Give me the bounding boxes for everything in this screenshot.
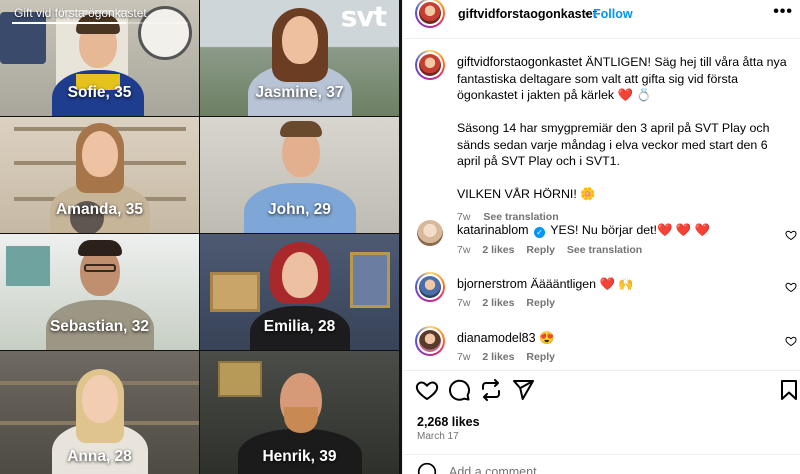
comment-item: dianamodel83 😍 7w 2 likes Reply <box>403 326 800 368</box>
repost-icon[interactable] <box>479 378 503 402</box>
commenter-avatar[interactable] <box>415 272 445 302</box>
reply-button[interactable]: Reply <box>526 244 555 256</box>
contestant-name: Jasmine, 37 <box>255 84 344 101</box>
commenter-avatar[interactable] <box>415 326 445 356</box>
contestant-name: Amanda, 35 <box>55 201 143 218</box>
comment-likes[interactable]: 2 likes <box>482 297 514 309</box>
add-comment-bar: Add a comment... <box>417 462 797 474</box>
reply-button[interactable]: Reply <box>526 351 555 363</box>
contestant-name: Anna, 28 <box>67 448 132 465</box>
comment-divider <box>403 454 800 455</box>
heart-icon[interactable] <box>415 378 439 402</box>
contestant-tile-sebastian: Sebastian, 32 <box>0 234 199 350</box>
paper-plane-icon[interactable] <box>511 378 535 402</box>
follow-button[interactable]: Follow <box>593 7 633 21</box>
contestant-name: John, 29 <box>268 201 331 218</box>
show-title: Gift vid första ögonkastet <box>14 6 147 20</box>
commenter-username[interactable]: dianamodel83 <box>457 331 536 345</box>
comment-text: YES! Nu börjar det!❤️ ❤️ ❤️ <box>550 223 711 237</box>
contestant-tile-john: John, 29 <box>200 117 399 233</box>
caption-author-avatar[interactable] <box>415 50 445 80</box>
caption-text-closing: VILKEN VÅR HÖRNI! 🌼 <box>457 187 596 201</box>
see-translation-link[interactable]: See translation <box>567 244 642 256</box>
comment-age: 7w <box>457 244 471 256</box>
separator-dot: • <box>585 7 590 21</box>
comment-item: katarinablom ✓ YES! Nu börjar det!❤️ ❤️ … <box>403 220 800 260</box>
header-divider <box>403 38 800 39</box>
post-actions-bar <box>403 378 800 406</box>
comment-like-icon[interactable] <box>785 229 797 241</box>
verified-badge-icon: ✓ <box>534 227 546 238</box>
comment-age: 7w <box>457 297 471 309</box>
more-options-icon[interactable]: ••• <box>773 3 793 21</box>
contestant-name: Sofie, 35 <box>67 84 132 101</box>
contestant-tile-anna: Anna, 28 <box>0 351 199 474</box>
post-date: March 17 <box>417 431 459 442</box>
contestant-name: Emilia, 28 <box>263 318 336 335</box>
comment-likes[interactable]: 2 likes <box>482 244 514 256</box>
author-username[interactable]: giftvidforstaogonkastet <box>458 7 597 21</box>
commenter-avatar[interactable] <box>417 220 443 246</box>
likes-count[interactable]: 2,268 likes <box>417 415 480 429</box>
comment-age: 7w <box>457 351 471 363</box>
comment-bubble-icon[interactable] <box>447 378 471 402</box>
reply-button[interactable]: Reply <box>526 297 555 309</box>
comment-item: bjornerstrom Ääääntligen ❤️ 🙌 7w 2 likes… <box>403 272 800 314</box>
actions-divider <box>403 370 800 371</box>
contestant-tile-amanda: Amanda, 35 <box>0 117 199 233</box>
contestant-tile-emilia: Emilia, 28 <box>200 234 399 350</box>
svt-logo: svt <box>340 0 387 33</box>
post-caption: giftvidforstaogonkastet ÄNTLIGEN! Säg he… <box>457 54 791 225</box>
video-progress-fill <box>12 22 127 24</box>
contestant-tile-henrik: Henrik, 39 <box>200 351 399 474</box>
comment-text: Ääääntligen ❤️ 🙌 <box>530 277 634 291</box>
bookmark-icon[interactable] <box>777 378 800 402</box>
contestant-name: Sebastian, 32 <box>49 318 150 335</box>
author-avatar[interactable] <box>415 0 445 28</box>
contestant-name: Henrik, 39 <box>262 448 337 465</box>
caption-username[interactable]: giftvidforstaogonkastet <box>457 55 582 69</box>
add-comment-input[interactable]: Add a comment... <box>449 465 547 474</box>
video-progress-bar[interactable] <box>12 22 188 24</box>
post-detail-panel: giftvidforstaogonkastet • Follow ••• gif… <box>402 0 800 474</box>
comment-text: 😍 <box>539 331 555 345</box>
comment-like-icon[interactable] <box>785 281 797 293</box>
emoji-icon[interactable] <box>417 462 437 474</box>
post-media-carousel[interactable]: Sofie, 35 Jasmine, 37 Amanda, 35 John, 2… <box>0 0 402 474</box>
caption-text-schedule: Säsong 14 har smygpremiär den 3 april på… <box>457 121 770 168</box>
comment-like-icon[interactable] <box>785 335 797 347</box>
post-header: giftvidforstaogonkastet • Follow ••• <box>403 0 800 28</box>
commenter-username[interactable]: bjornerstrom <box>457 277 527 291</box>
commenter-username[interactable]: katarinablom <box>457 223 529 237</box>
comment-likes[interactable]: 2 likes <box>482 351 514 363</box>
